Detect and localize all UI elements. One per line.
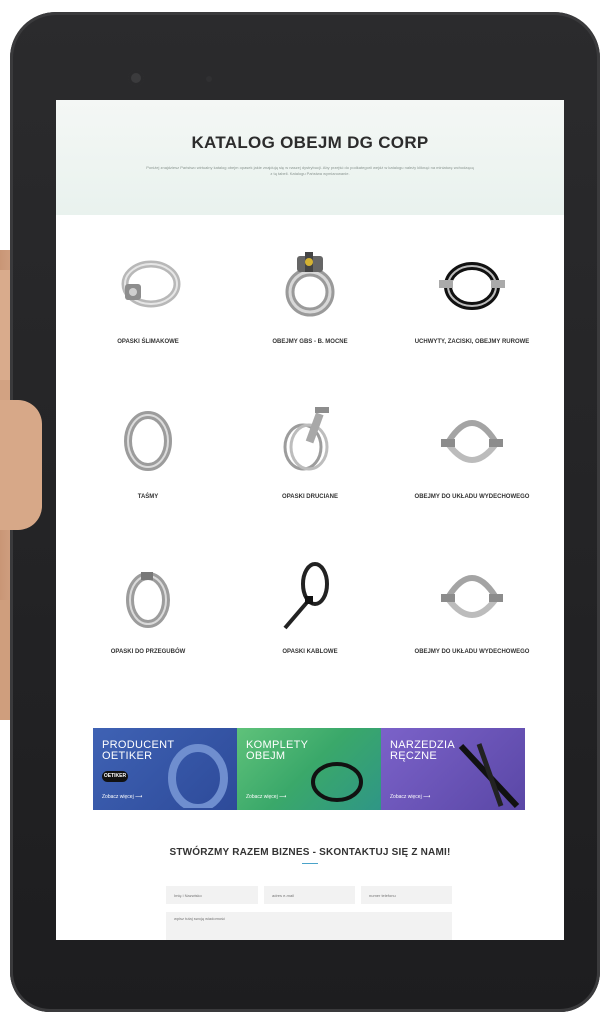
- category-label: UCHWYTY, ZACISKI, OBEJMY RUROWE: [414, 339, 530, 345]
- banner-title-line: RĘCZNE: [390, 750, 438, 762]
- category-label: OPASKI KABLOWE: [282, 649, 338, 655]
- contact-title: STWÓRZMY RAZEM BIZNES - SKONTAKTUJ SIĘ Z…: [169, 847, 451, 858]
- category-label: OPASKI ŚLIMAKOWE: [117, 339, 179, 345]
- worm-clamp-icon: [121, 260, 181, 308]
- sensor-icon: [206, 76, 212, 82]
- exhaust-clamp-icon: [441, 575, 503, 618]
- pliers-icon: [458, 743, 520, 809]
- category-label: OPASKI DO PRZEGUBÓW: [110, 649, 186, 655]
- divider: [302, 863, 318, 864]
- camera-icon: [128, 70, 144, 86]
- message-input[interactable]: [166, 912, 452, 940]
- banner-title: KOMPLETY OBEJM: [246, 740, 308, 762]
- see-more-link[interactable]: Zobacz więcej ⟶: [102, 794, 142, 800]
- pipe-clamp-icon: [439, 262, 505, 310]
- gbs-clamp-icon: [285, 252, 335, 317]
- oetiker-logo: OETIKER: [102, 771, 128, 782]
- joint-clamp-icon: [126, 572, 170, 628]
- banner-narzedzia[interactable]: NARZEDZIA RĘCZNE Zobacz więcej ⟶: [381, 728, 525, 810]
- banner-title-line: OBEJM: [246, 750, 286, 762]
- category-label: OPASKI DRUCIANE: [282, 494, 338, 500]
- banner-oetiker[interactable]: PRODUCENT OETIKER OETIKER Zobacz więcej …: [93, 728, 237, 810]
- phone-input[interactable]: [361, 886, 452, 904]
- page-title: KATALOG OBEJM DG CORP: [191, 133, 429, 152]
- banner-title: NARZEDZIA RĘCZNE: [390, 740, 455, 762]
- see-more-link[interactable]: Zobacz więcej ⟶: [246, 794, 286, 800]
- wire-clamp-icon: [283, 407, 329, 471]
- banner-komplety[interactable]: KOMPLETY OBEJM Zobacz więcej ⟶: [237, 728, 381, 810]
- exhaust-clamp-icon: [441, 420, 503, 463]
- category-label: OBEJMY DO UKŁADU WYDECHOWEGO: [414, 649, 530, 655]
- email-input[interactable]: [264, 886, 355, 904]
- name-input[interactable]: [166, 886, 258, 904]
- hero-description: Poniżej znajdziesz Państwo wirtualny kat…: [146, 165, 474, 176]
- category-label: OBEJMY GBS - B. MOCNE: [272, 339, 348, 345]
- category-label: TAŚMY: [137, 494, 159, 500]
- band-clamp-icon: [124, 411, 172, 471]
- ring-photo-icon: [311, 762, 363, 802]
- cable-tie-icon: [283, 562, 329, 630]
- see-more-link[interactable]: Zobacz więcej ⟶: [390, 794, 430, 800]
- hand-thumb: [0, 400, 42, 530]
- category-label: OBEJMY DO UKŁADU WYDECHOWEGO: [414, 494, 530, 500]
- hero-section: KATALOG OBEJM DG CORP Poniżej znajdziesz…: [56, 100, 564, 215]
- clamp-photo-icon: [168, 744, 228, 808]
- tablet-screen: KATALOG OBEJM DG CORP Poniżej znajdziesz…: [56, 100, 564, 940]
